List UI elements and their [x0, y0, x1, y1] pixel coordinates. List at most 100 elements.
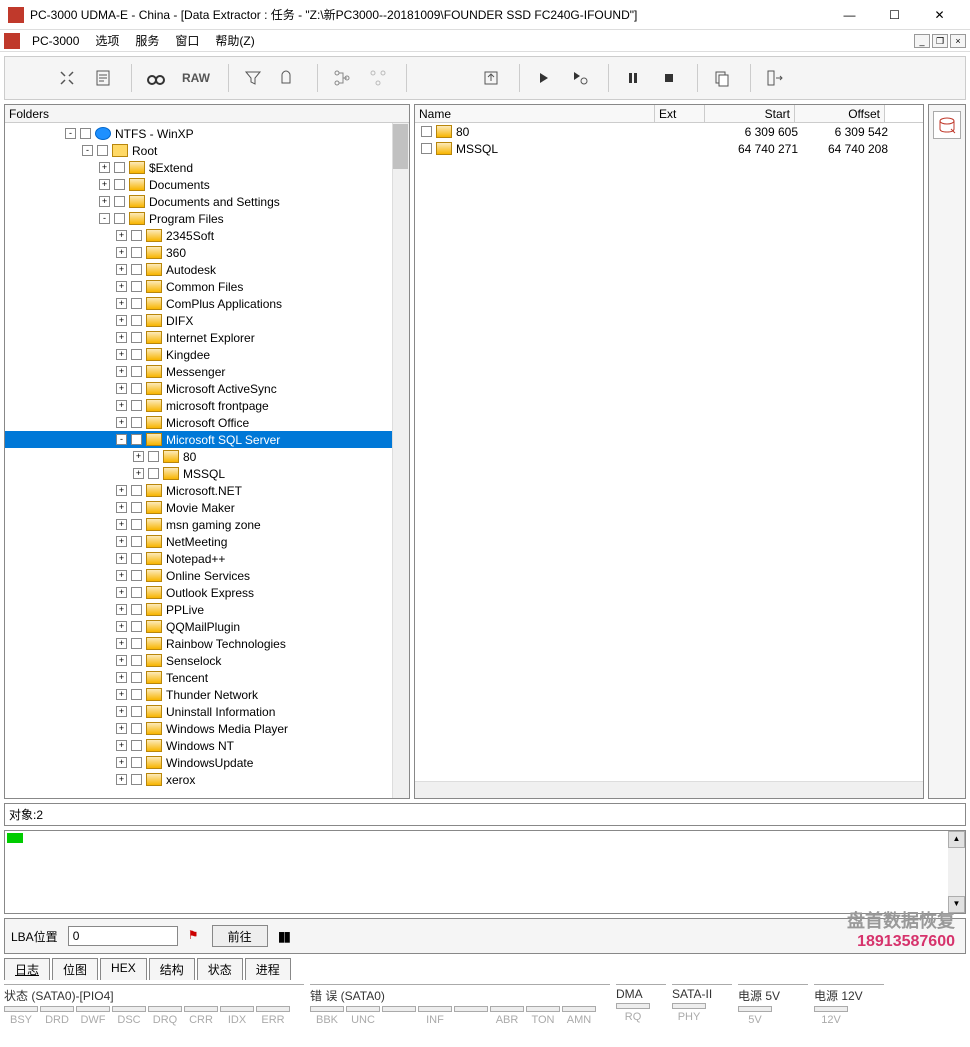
- checkbox[interactable]: [131, 672, 142, 683]
- expand-icon[interactable]: +: [116, 774, 127, 785]
- col-name[interactable]: Name: [415, 105, 655, 122]
- drive-icon[interactable]: [933, 111, 961, 139]
- tree-item-autodesk[interactable]: +Autodesk: [5, 261, 409, 278]
- stop-icon[interactable]: [653, 62, 685, 94]
- checkbox[interactable]: [131, 298, 142, 309]
- expand-icon[interactable]: +: [116, 417, 127, 428]
- checkbox[interactable]: [114, 162, 125, 173]
- expand-icon[interactable]: +: [116, 502, 127, 513]
- checkbox[interactable]: [131, 638, 142, 649]
- checkbox[interactable]: [421, 143, 432, 154]
- expand-icon[interactable]: +: [116, 400, 127, 411]
- checkbox[interactable]: [131, 434, 142, 445]
- expand-icon[interactable]: +: [116, 281, 127, 292]
- tree-item-outlook-express[interactable]: +Outlook Express: [5, 584, 409, 601]
- expand-icon[interactable]: +: [116, 366, 127, 377]
- tools-icon[interactable]: [51, 62, 83, 94]
- checkbox[interactable]: [131, 502, 142, 513]
- expand-icon[interactable]: +: [116, 315, 127, 326]
- mdi-minimize-button[interactable]: _: [914, 34, 930, 48]
- list-row[interactable]: 806 309 6056 309 542: [415, 123, 923, 140]
- expand-icon[interactable]: -: [99, 213, 110, 224]
- tab-log[interactable]: 日志: [4, 958, 50, 980]
- checkbox[interactable]: [131, 655, 142, 666]
- expand-icon[interactable]: -: [65, 128, 76, 139]
- checkbox[interactable]: [131, 570, 142, 581]
- col-offset[interactable]: Offset: [795, 105, 885, 122]
- tree-item-rainbow-technologies[interactable]: +Rainbow Technologies: [5, 635, 409, 652]
- tree-item-msn-gaming-zone[interactable]: +msn gaming zone: [5, 516, 409, 533]
- tree-item-80[interactable]: +80: [5, 448, 409, 465]
- checkbox[interactable]: [131, 366, 142, 377]
- expand-icon[interactable]: +: [116, 332, 127, 343]
- expand-icon[interactable]: +: [133, 468, 144, 479]
- copy-icon[interactable]: [706, 62, 738, 94]
- list-row[interactable]: MSSQL64 740 27164 740 208: [415, 140, 923, 157]
- expand-icon[interactable]: +: [116, 757, 127, 768]
- go-button[interactable]: 前往: [212, 925, 268, 947]
- expand-icon[interactable]: +: [116, 740, 127, 751]
- expand-icon[interactable]: +: [116, 587, 127, 598]
- checkbox[interactable]: [131, 553, 142, 564]
- menu-help[interactable]: 帮助(Z): [207, 30, 262, 51]
- tree-icon[interactable]: [326, 62, 358, 94]
- tree-item-difx[interactable]: +DIFX: [5, 312, 409, 329]
- tree-item-documents-and-settings[interactable]: +Documents and Settings: [5, 193, 409, 210]
- tree-ntfs[interactable]: -NTFS - WinXP: [5, 125, 409, 142]
- checkbox[interactable]: [131, 281, 142, 292]
- tree-item-windowsupdate[interactable]: +WindowsUpdate: [5, 754, 409, 771]
- tree-item-qqmailplugin[interactable]: +QQMailPlugin: [5, 618, 409, 635]
- checkbox[interactable]: [131, 689, 142, 700]
- play-icon[interactable]: [528, 62, 560, 94]
- mdi-close-button[interactable]: ×: [950, 34, 966, 48]
- tree-item-program-files[interactable]: -Program Files: [5, 210, 409, 227]
- tree-item-thunder-network[interactable]: +Thunder Network: [5, 686, 409, 703]
- tree-item-senselock[interactable]: +Senselock: [5, 652, 409, 669]
- checkbox[interactable]: [131, 604, 142, 615]
- expand-icon[interactable]: +: [116, 604, 127, 615]
- file-list[interactable]: 806 309 6056 309 542MSSQL64 740 27164 74…: [415, 123, 923, 798]
- tree-item-2345soft[interactable]: +2345Soft: [5, 227, 409, 244]
- expand-icon[interactable]: +: [116, 672, 127, 683]
- expand-icon[interactable]: +: [116, 689, 127, 700]
- tree-root[interactable]: -Root: [5, 142, 409, 159]
- menu-options[interactable]: 选项: [87, 30, 127, 51]
- expand-icon[interactable]: +: [99, 162, 110, 173]
- tree-item-xerox[interactable]: +xerox: [5, 771, 409, 788]
- expand-icon[interactable]: -: [82, 145, 93, 156]
- expand-icon[interactable]: +: [116, 247, 127, 258]
- tree-item-notepad-[interactable]: +Notepad++: [5, 550, 409, 567]
- checkbox[interactable]: [131, 485, 142, 496]
- tree-item-documents[interactable]: +Documents: [5, 176, 409, 193]
- expand-icon[interactable]: -: [116, 434, 127, 445]
- tree-item-mssql[interactable]: +MSSQL: [5, 465, 409, 482]
- checkbox[interactable]: [131, 315, 142, 326]
- expand-icon[interactable]: +: [116, 638, 127, 649]
- expand-icon[interactable]: +: [116, 706, 127, 717]
- expand-icon[interactable]: +: [116, 655, 127, 666]
- tree-item-360[interactable]: +360: [5, 244, 409, 261]
- checkbox[interactable]: [131, 757, 142, 768]
- expand-icon[interactable]: +: [116, 536, 127, 547]
- tab-hex[interactable]: HEX: [100, 958, 147, 980]
- checkbox[interactable]: [114, 213, 125, 224]
- folder-tree[interactable]: -NTFS - WinXP-Root+$Extend+Documents+Doc…: [5, 123, 409, 790]
- checkbox[interactable]: [131, 723, 142, 734]
- checkbox[interactable]: [131, 332, 142, 343]
- expand-icon[interactable]: +: [116, 485, 127, 496]
- tree-item-complus-applications[interactable]: +ComPlus Applications: [5, 295, 409, 312]
- lba-pause-icon[interactable]: ▮▮: [278, 928, 289, 945]
- expand-icon[interactable]: +: [99, 196, 110, 207]
- export-icon[interactable]: [475, 62, 507, 94]
- tree-item-uninstall-information[interactable]: +Uninstall Information: [5, 703, 409, 720]
- tab-struct[interactable]: 结构: [149, 958, 195, 980]
- maximize-button[interactable]: ☐: [872, 0, 917, 30]
- checkbox[interactable]: [80, 128, 91, 139]
- tree-item-tencent[interactable]: +Tencent: [5, 669, 409, 686]
- tree-item-kingdee[interactable]: +Kingdee: [5, 346, 409, 363]
- funnel-icon[interactable]: [237, 62, 269, 94]
- checkbox[interactable]: [131, 349, 142, 360]
- checkbox[interactable]: [131, 536, 142, 547]
- tree-item-messenger[interactable]: +Messenger: [5, 363, 409, 380]
- pause-icon[interactable]: [617, 62, 649, 94]
